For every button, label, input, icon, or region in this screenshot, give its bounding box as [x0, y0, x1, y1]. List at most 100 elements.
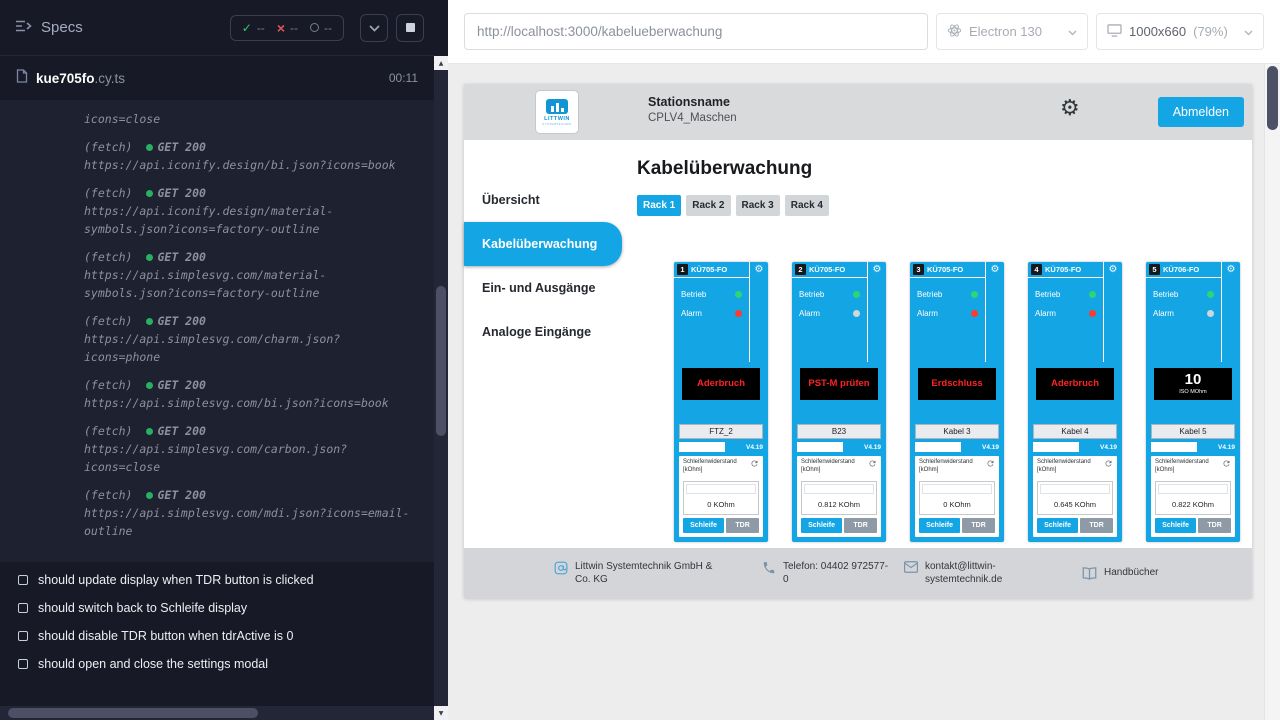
network-log-entry[interactable]: (fetch)GET 200 https://api.simplesvg.com… [84, 248, 413, 302]
tab-rack-4[interactable]: Rack 4 [785, 195, 829, 216]
alarm-led [853, 310, 860, 317]
request-url: https://api.simplesvg.com/charm.json?ico… [84, 330, 413, 366]
tdr-button[interactable]: TDR [1198, 518, 1231, 533]
tdr-button[interactable]: TDR [962, 518, 995, 533]
test-title: should open and close the settings modal [38, 657, 268, 671]
request-url: https://api.simplesvg.com/bi.json?icons=… [84, 394, 413, 412]
card-gear-icon[interactable]: ⚙ [1227, 264, 1236, 362]
sidebar-item-analoge-eingaenge[interactable]: Analoge Eingänge [464, 310, 619, 354]
status-display: Erdschluss [918, 368, 996, 400]
logout-button[interactable]: Abmelden [1158, 97, 1244, 127]
network-log-entry[interactable]: (fetch)GET 200 https://api.simplesvg.com… [84, 486, 413, 540]
status-dot-icon [146, 382, 153, 389]
test-item[interactable]: should disable TDR button when tdrActive… [10, 622, 424, 650]
app-under-test: LITTWIN SYSTEMTECHNIK Stationsname CPLV4… [464, 84, 1252, 598]
collapse-button[interactable] [360, 14, 388, 42]
tdr-button[interactable]: TDR [1080, 518, 1113, 533]
card-gear-icon[interactable]: ⚙ [873, 264, 882, 362]
schleife-button[interactable]: Schleife [1037, 518, 1078, 533]
request-url: https://api.simplesvg.com/material-symbo… [84, 266, 413, 302]
refresh-icon[interactable] [750, 459, 759, 468]
tab-rack-1[interactable]: Rack 1 [637, 195, 681, 216]
tab-rack-3[interactable]: Rack 3 [736, 195, 780, 216]
log-continuation[interactable]: icons=close [84, 110, 413, 128]
cross-icon: × [277, 23, 285, 33]
browser-selector[interactable]: Electron 130 [936, 13, 1088, 50]
scroll-up-icon[interactable]: ▲ [434, 56, 448, 70]
stage-vertical-scrollbar[interactable] [1264, 64, 1280, 720]
viewport-selector[interactable]: 1000x660 (79%) [1096, 13, 1264, 50]
chevron-down-icon [1068, 24, 1077, 39]
schleife-button[interactable]: Schleife [919, 518, 960, 533]
test-item[interactable]: should open and close the settings modal [10, 650, 424, 678]
test-title: should update display when TDR button is… [38, 573, 314, 587]
measurement-panel: Schleifenwiderstand [kOhm] 0 KOhm Schlei… [915, 456, 999, 537]
runner-horizontal-scrollbar[interactable] [0, 706, 434, 720]
scrollbar-thumb[interactable] [436, 286, 446, 436]
test-runner-panel: Specs ✓-- ×-- -- kue705fo.cy.ts 00:11 ic… [0, 0, 448, 720]
slot-number: 1 [677, 264, 688, 275]
failed-count: ×-- [277, 21, 298, 35]
firmware-version: V4.19 [982, 444, 999, 451]
sidebar-item-ein-und-ausgaenge[interactable]: Ein- und Ausgänge [464, 266, 619, 310]
app-main: Kabelüberwachung Rack 1 Rack 2 Rack 3 Ra… [619, 140, 1252, 548]
device-model: KÜ705-FO [927, 265, 963, 274]
tab-rack-2[interactable]: Rack 2 [686, 195, 730, 216]
refresh-icon[interactable] [986, 459, 995, 468]
network-log-entry[interactable]: (fetch)GET 200 https://api.iconify.desig… [84, 138, 413, 174]
channel-label: B23 [797, 424, 881, 439]
card-gear-icon[interactable]: ⚙ [991, 264, 1000, 362]
measurement-panel: Schleifenwiderstand [kOhm] 0.645 KOhm Sc… [1033, 456, 1117, 537]
chevron-down-icon [1244, 24, 1253, 39]
app-sidebar: Übersicht Kabelüberwachung Ein- und Ausg… [464, 140, 619, 548]
test-item[interactable]: should switch back to Schleife display [10, 594, 424, 622]
schleife-button[interactable]: Schleife [1155, 518, 1196, 533]
alarm-led [1089, 310, 1096, 317]
footer-email[interactable]: kontakt@littwin-systemtechnik.de [904, 560, 1082, 586]
runner-vertical-scrollbar[interactable]: ▲ ▼ [434, 56, 448, 720]
status-display: Aderbruch [1036, 368, 1114, 400]
version-box [679, 442, 725, 452]
sidebar-item-kabelueberwachung[interactable]: Kabelüberwachung [464, 222, 622, 266]
footer-phone[interactable]: Telefon: 04402 972577-0 [762, 560, 904, 586]
version-box [1033, 442, 1079, 452]
network-log-entry[interactable]: (fetch)GET 200 https://api.simplesvg.com… [84, 422, 413, 476]
network-log-entry[interactable]: (fetch)GET 200 https://api.simplesvg.com… [84, 312, 413, 366]
channel-label: Kabel 5 [1151, 424, 1235, 439]
browser-toolbar: http://localhost:3000/kabelueberwachung … [448, 0, 1280, 64]
schleife-button[interactable]: Schleife [683, 518, 724, 533]
viewport-zoom: (79%) [1193, 24, 1228, 39]
specs-list-icon [16, 19, 32, 36]
network-log-entry[interactable]: (fetch)GET 200 https://api.iconify.desig… [84, 184, 413, 238]
schleife-button[interactable]: Schleife [801, 518, 842, 533]
footer-manuals[interactable]: Handbücher [1082, 566, 1158, 580]
scroll-down-icon[interactable]: ▼ [434, 706, 448, 720]
specs-menu-button[interactable]: Specs [16, 19, 83, 36]
device-card-1: 1 KÜ705-FO Betrieb Alarm ⚙ Aderbruch [674, 262, 768, 542]
slot-number: 4 [1031, 264, 1042, 275]
spec-name[interactable]: kue705fo.cy.ts [36, 71, 125, 86]
request-url: https://api.iconify.design/material-symb… [84, 202, 413, 238]
stop-button[interactable] [396, 14, 424, 42]
url-input[interactable]: http://localhost:3000/kabelueberwachung [464, 13, 928, 50]
tdr-button[interactable]: TDR [844, 518, 877, 533]
refresh-icon[interactable] [1222, 459, 1231, 468]
test-item[interactable]: should update display when TDR button is… [10, 566, 424, 594]
card-gear-icon[interactable]: ⚙ [755, 264, 764, 362]
status-dot-icon [146, 190, 153, 197]
status-dot-icon [146, 492, 153, 499]
network-log-entry[interactable]: (fetch)GET 200 https://api.simplesvg.com… [84, 376, 413, 412]
test-title: should switch back to Schleife display [38, 601, 247, 615]
version-box [1151, 442, 1197, 452]
test-icon [18, 659, 28, 669]
test-icon [18, 631, 28, 641]
scrollbar-thumb[interactable] [1267, 66, 1278, 130]
test-title: should disable TDR button when tdrActive… [38, 629, 293, 643]
refresh-icon[interactable] [868, 459, 877, 468]
sidebar-item-uebersicht[interactable]: Übersicht [464, 178, 619, 222]
tdr-button[interactable]: TDR [726, 518, 759, 533]
card-gear-icon[interactable]: ⚙ [1109, 264, 1118, 362]
refresh-icon[interactable] [1104, 459, 1113, 468]
settings-gear-icon[interactable]: ⚙ [1060, 97, 1080, 121]
scrollbar-thumb[interactable] [8, 708, 258, 718]
